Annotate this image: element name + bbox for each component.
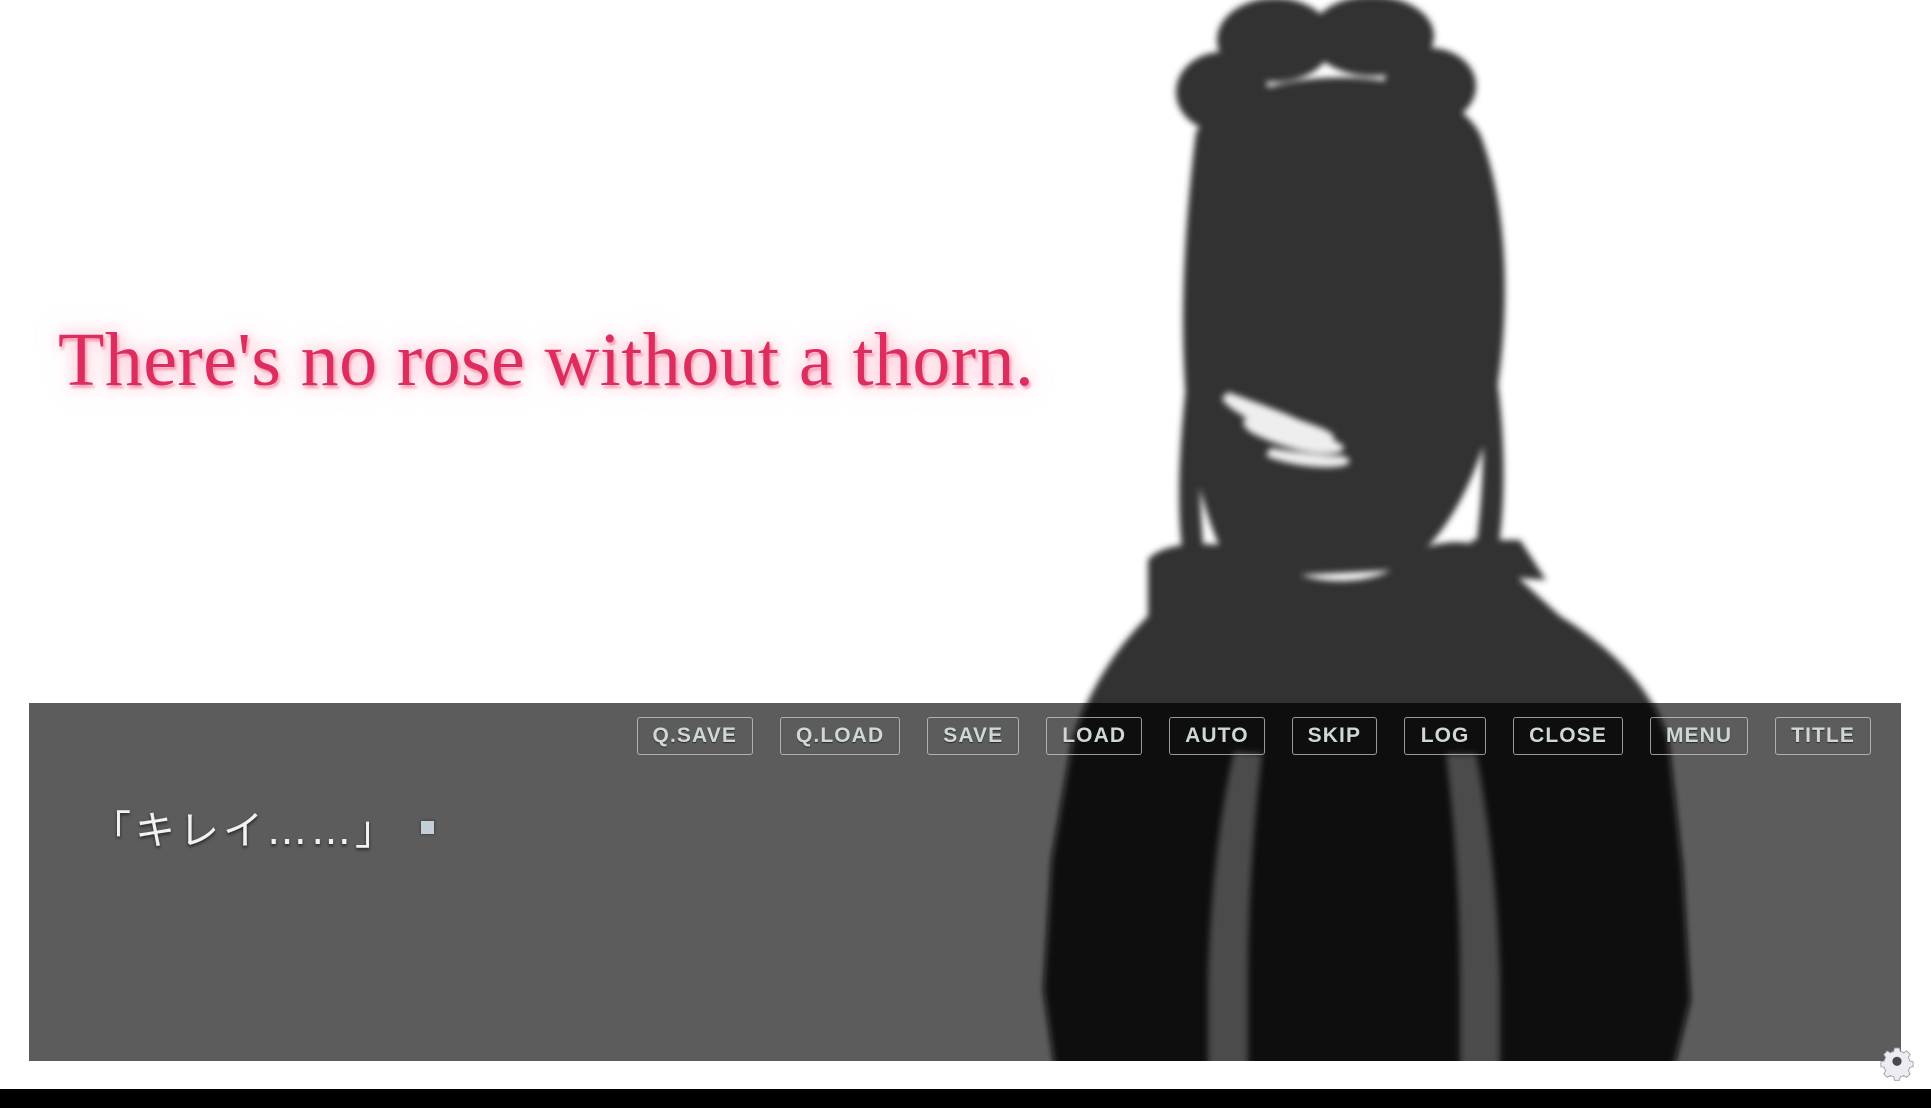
qsave-button[interactable]: Q.SAVE (636, 717, 753, 755)
click-to-continue-icon (421, 821, 434, 834)
skip-button[interactable]: SKIP (1291, 717, 1378, 755)
gear-icon-art (1880, 1047, 1914, 1081)
letterbox-bottom (0, 1089, 1931, 1108)
dialogue-line-text: 「キレイ……」 (91, 808, 399, 854)
narration-text: There's no rose without a thorn. (58, 318, 1035, 402)
visual-novel-screen: There's no rose without a thorn. Q.SAVE … (0, 0, 1931, 1108)
log-button[interactable]: LOG (1404, 717, 1487, 755)
save-button[interactable]: SAVE (927, 717, 1020, 755)
dialogue-box[interactable]: Q.SAVE Q.LOAD SAVE LOAD AUTO SKIP LOG CL… (29, 703, 1901, 1061)
title-button[interactable]: TITLE (1775, 717, 1871, 755)
menu-button[interactable]: MENU (1649, 717, 1749, 755)
close-button[interactable]: CLOSE (1513, 717, 1623, 755)
qload-button[interactable]: Q.LOAD (779, 717, 901, 755)
auto-button[interactable]: AUTO (1169, 717, 1265, 755)
load-button[interactable]: LOAD (1046, 717, 1143, 755)
gear-icon[interactable] (1875, 1042, 1919, 1086)
command-button-bar: Q.SAVE Q.LOAD SAVE LOAD AUTO SKIP LOG CL… (29, 712, 1901, 760)
dialogue-line: 「キレイ……」 (91, 798, 434, 856)
